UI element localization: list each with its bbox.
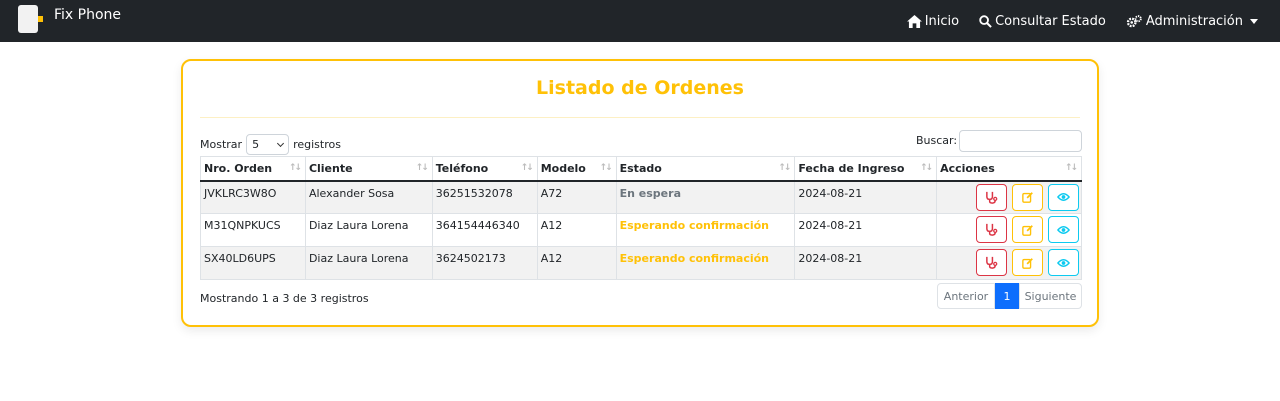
chevron-down-icon [277, 139, 285, 147]
edit-button[interactable] [1012, 183, 1043, 211]
sort-icon: ↑↓ [778, 163, 791, 173]
cell-orden: SX40LD6UPS [200, 246, 306, 280]
nav-inicio-label: Inicio [924, 13, 960, 29]
edit-icon [1021, 192, 1033, 203]
edit-icon [1021, 224, 1033, 236]
nav-menu: Inicio Consultar Estado Administración [887, 0, 1258, 42]
gears-icon [1126, 14, 1142, 27]
cell-fecha: 2024-08-21 [794, 213, 938, 247]
stethoscope-icon [986, 256, 998, 269]
length-prefix: Mostrar [200, 138, 243, 151]
cell-modelo: A72 [536, 180, 617, 214]
cell-acciones [936, 180, 1082, 214]
edit-icon [1021, 257, 1033, 269]
table-row: M31QNPKUCS Diaz Laura Lorena 36415444634… [200, 213, 1082, 247]
col-header-estado[interactable]: Estado ↑↓ [615, 156, 796, 182]
eye-icon [1057, 193, 1070, 201]
prev-page-button[interactable]: Anterior [937, 283, 995, 309]
sort-icon: ↑↓ [599, 163, 613, 173]
sort-icon: ↑↓ [415, 163, 429, 173]
caret-down-icon [1250, 18, 1258, 24]
stethoscope-icon [986, 191, 998, 204]
length-select[interactable]: 5 [246, 134, 290, 155]
cell-fecha: 2024-08-21 [794, 246, 938, 280]
edit-button[interactable] [1012, 216, 1043, 243]
nav-consultar-estado-label: Consultar Estado [995, 13, 1106, 29]
brand[interactable]: Fix Phone [18, 5, 121, 33]
cell-modelo: A12 [536, 246, 617, 280]
nav-administracion-label: Administración [1145, 13, 1243, 29]
cell-telefono: 3624502173 [431, 246, 538, 280]
phone-logo-icon [18, 5, 43, 33]
eye-icon [1057, 225, 1070, 234]
sort-icon: ↑↓ [520, 163, 534, 173]
cell-telefono: 364154446340 [431, 213, 538, 247]
cell-acciones [936, 213, 1082, 247]
navbar: Fix Phone Inicio Consultar Estado Admini… [0, 0, 1280, 42]
view-button[interactable] [1048, 249, 1079, 276]
length-select-value: 5 [252, 138, 260, 151]
nav-consultar-estado[interactable]: Consultar Estado [979, 14, 1106, 29]
col-header-fecha[interactable]: Fecha de Ingreso ↑↓ [794, 156, 938, 182]
orders-table: Nro. Orden ↑↓ Cliente ↑↓ Teléfono ↑↓ Modelo… [200, 156, 1082, 280]
cell-orden: M31QNPKUCS [200, 213, 306, 247]
search-input[interactable] [959, 130, 1082, 152]
search-label: Buscar: [916, 134, 958, 147]
table-header-row: Nro. Orden ↑↓ Cliente ↑↓ Teléfono ↑↓ Modelo… [200, 156, 1082, 182]
cell-fecha: 2024-08-21 [794, 180, 938, 214]
nav-inicio[interactable]: Inicio [906, 13, 960, 29]
title-divider [200, 117, 1080, 118]
sort-icon: ↑↓ [288, 163, 302, 173]
col-header-modelo[interactable]: Modelo ↑↓ [536, 156, 617, 182]
cell-cliente: Diaz Laura Lorena [304, 213, 433, 247]
length-control: Mostrar 5 registros [200, 134, 341, 155]
stethoscope-icon [986, 223, 998, 236]
page-title: Listado de Ordenes [536, 77, 744, 99]
orders-card: Listado de Ordenes Mostrar 5 registros B… [181, 59, 1099, 327]
table-row: SX40LD6UPS Diaz Laura Lorena 3624502173 … [200, 246, 1082, 280]
nav-administracion[interactable]: Administración [1126, 14, 1258, 29]
cell-cliente: Diaz Laura Lorena [304, 246, 433, 280]
home-icon [906, 14, 922, 28]
diagnose-button[interactable] [976, 183, 1007, 211]
cell-modelo: A12 [536, 213, 617, 247]
cell-cliente: Alexander Sosa [304, 180, 433, 214]
pagination: Anterior 1 Siguiente [937, 283, 1082, 309]
cell-telefono: 36251532078 [431, 180, 538, 214]
view-button[interactable] [1048, 216, 1079, 243]
cell-acciones [936, 246, 1082, 280]
length-suffix: registros [293, 138, 341, 151]
cell-estado: Esperando confirmación [615, 213, 796, 247]
table-row: JVKLRC3W8O Alexander Sosa 36251532078 A7… [200, 180, 1082, 214]
col-header-nro-orden[interactable]: Nro. Orden ↑↓ [200, 156, 306, 182]
col-header-acciones[interactable]: Acciones ↑↓ [936, 156, 1082, 182]
brand-name: Fix Phone [54, 7, 122, 23]
diagnose-button[interactable] [976, 216, 1007, 243]
next-page-button[interactable]: Siguiente [1019, 283, 1082, 309]
sort-icon: ↑↓ [919, 163, 933, 173]
col-header-cliente[interactable]: Cliente ↑↓ [304, 156, 433, 182]
table-info: Mostrando 1 a 3 de 3 registros [200, 292, 369, 305]
diagnose-button[interactable] [976, 249, 1007, 276]
cell-orden: JVKLRC3W8O [200, 180, 306, 214]
search-icon [979, 14, 992, 28]
col-header-telefono[interactable]: Teléfono ↑↓ [431, 156, 538, 182]
cell-estado: Esperando confirmación [615, 246, 796, 280]
eye-icon [1057, 258, 1070, 267]
sort-icon: ↑↓ [1064, 163, 1078, 173]
page-1-button[interactable]: 1 [995, 283, 1019, 309]
cell-estado: En espera [615, 180, 796, 214]
view-button[interactable] [1048, 183, 1079, 211]
edit-button[interactable] [1012, 249, 1043, 276]
